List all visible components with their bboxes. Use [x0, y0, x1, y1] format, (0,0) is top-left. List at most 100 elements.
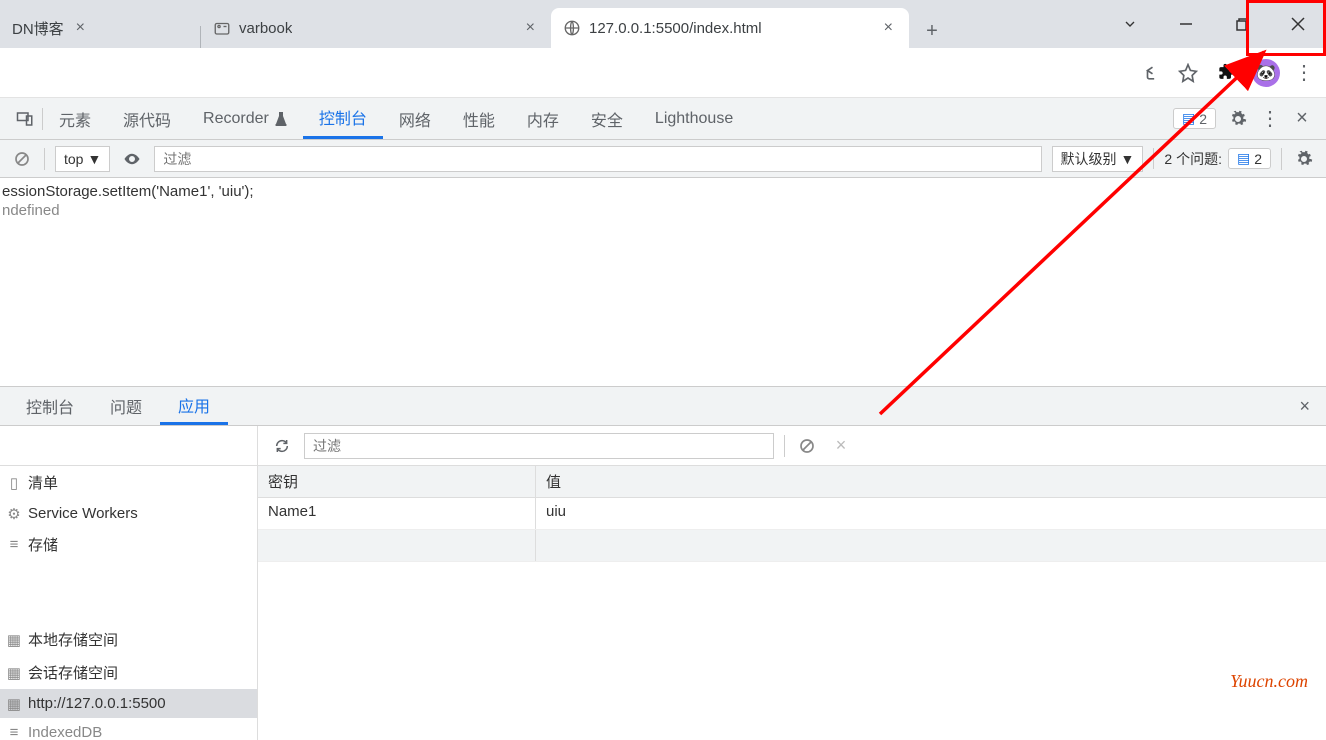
tab-close-icon[interactable]: ×	[72, 19, 89, 37]
browser-toolbar: 🐼 ⋮	[0, 48, 1326, 98]
sidebar-item-session-storage[interactable]: ▦ 会话存储空间	[0, 656, 257, 689]
issues-badge: ▤2	[1228, 148, 1271, 169]
browser-tab[interactable]: DN博客 ×	[0, 8, 200, 48]
sidebar-spacer	[0, 426, 257, 466]
drawer-close-icon[interactable]: ×	[1299, 396, 1318, 417]
table-header: 密钥 值	[258, 466, 1326, 498]
tab-title: DN博客	[12, 18, 64, 39]
tab-elements[interactable]: 元素	[43, 98, 107, 139]
table-row[interactable]: Name1 uiu	[258, 498, 1326, 530]
browser-tab[interactable]: varbook ×	[201, 8, 551, 48]
tab-memory[interactable]: 内存	[511, 98, 575, 139]
minimize-button[interactable]	[1158, 4, 1214, 44]
messages-badge[interactable]: ▤2	[1173, 108, 1216, 129]
divider	[784, 435, 785, 457]
kebab-menu-icon[interactable]: ⋮	[1260, 106, 1280, 131]
close-icon[interactable]: ×	[829, 434, 853, 458]
tab-close-icon[interactable]: ×	[880, 19, 897, 37]
devices-icon[interactable]	[8, 98, 42, 139]
kebab-menu-icon[interactable]: ⋮	[1294, 60, 1314, 85]
database-icon: ≡	[6, 725, 22, 740]
sidebar-item-storage-origin[interactable]: ▦ http://127.0.0.1:5500	[0, 689, 257, 718]
gear-icon: ⚙	[6, 506, 22, 522]
globe-icon	[563, 19, 581, 37]
flask-icon	[275, 112, 287, 126]
gear-icon[interactable]	[1226, 107, 1250, 131]
drawer-tab-application[interactable]: 应用	[160, 387, 228, 425]
window-close-button[interactable]	[1270, 4, 1326, 44]
sidebar-item-storage[interactable]: ≡ 存储	[0, 528, 257, 561]
drawer-tab-console[interactable]: 控制台	[8, 387, 92, 425]
level-label: 默认级别	[1061, 149, 1117, 169]
tab-performance[interactable]: 性能	[447, 98, 511, 139]
tab-sources[interactable]: 源代码	[107, 98, 187, 139]
sidebar-item-service-workers[interactable]: ⚙ Service Workers	[0, 499, 257, 528]
database-icon: ≡	[6, 537, 22, 553]
context-selector[interactable]: top ▼	[55, 146, 110, 172]
column-header-key[interactable]: 密钥	[258, 466, 536, 497]
tab-console[interactable]: 控制台	[303, 98, 383, 139]
refresh-icon[interactable]	[270, 434, 294, 458]
window-controls	[1102, 0, 1326, 48]
console-toolbar: top ▼ 默认级别 ▼ 2 个问题: ▤2	[0, 140, 1326, 178]
gear-icon[interactable]	[1292, 147, 1316, 171]
tab-recorder[interactable]: Recorder	[187, 98, 303, 139]
new-tab-button[interactable]: +	[915, 14, 949, 48]
drawer-tab-bar: 控制台 问题 应用 ×	[0, 386, 1326, 426]
table-row-empty[interactable]	[258, 530, 1326, 562]
drawer-tab-issues[interactable]: 问题	[92, 387, 160, 425]
storage-filter-bar: ×	[258, 426, 1326, 466]
tab-close-icon[interactable]: ×	[522, 19, 539, 37]
issues-indicator[interactable]: 2 个问题: ▤2	[1153, 148, 1271, 169]
eye-icon[interactable]	[120, 147, 144, 171]
cell-key: Name1	[258, 498, 536, 529]
sidebar-gap	[0, 561, 257, 623]
no-entry-icon[interactable]	[795, 434, 819, 458]
column-header-value[interactable]: 值	[536, 466, 1326, 497]
star-icon[interactable]	[1176, 61, 1200, 85]
storage-filter-input[interactable]	[304, 433, 774, 459]
console-line: essionStorage.setItem('Name1', 'uiu');	[0, 182, 1326, 201]
profile-avatar[interactable]: 🐼	[1252, 59, 1280, 87]
sidebar-item-label: 存储	[28, 534, 58, 555]
sidebar-item-label: 清单	[28, 472, 58, 493]
tab-lighthouse[interactable]: Lighthouse	[639, 98, 749, 139]
cell-value: uiu	[536, 498, 1326, 529]
chat-icon: ▤	[1237, 150, 1250, 167]
sidebar-item-label: 会话存储空间	[28, 662, 118, 683]
grid-icon: ▦	[6, 665, 22, 681]
issues-label: 2 个问题:	[1164, 149, 1222, 169]
application-sidebar: ▯ 清单 ⚙ Service Workers ≡ 存储 ▦本地存储空间 ▦ 会话存储空间…	[0, 426, 258, 740]
tab-title: varbook	[239, 20, 292, 37]
context-label: top	[64, 151, 83, 167]
devtools-right-controls: ▤2 ⋮ ×	[1173, 106, 1326, 131]
chevron-down-icon[interactable]	[1102, 4, 1158, 44]
console-output[interactable]: essionStorage.setItem('Name1', 'uiu'); n…	[0, 178, 1326, 386]
sidebar-item-indexeddb[interactable]: ≡ IndexedDB	[0, 718, 257, 740]
tab-network[interactable]: 网络	[383, 98, 447, 139]
application-main: × 密钥 值 Name1 uiu	[258, 426, 1326, 740]
sidebar-item-local-storage[interactable]: ▦本地存储空间	[0, 623, 257, 656]
browser-tab-active[interactable]: 127.0.0.1:5500/index.html ×	[551, 8, 909, 48]
console-line-undefined: ndefined	[0, 201, 1326, 220]
tab-title: 127.0.0.1:5500/index.html	[589, 20, 762, 37]
log-level-selector[interactable]: 默认级别 ▼	[1052, 146, 1144, 172]
badge-count: 2	[1199, 111, 1207, 127]
maximize-button[interactable]	[1214, 4, 1270, 44]
file-icon: ▯	[6, 475, 22, 491]
issues-count: 2	[1254, 151, 1262, 167]
close-icon[interactable]: ×	[1290, 107, 1314, 131]
chat-icon: ▤	[1182, 110, 1195, 127]
grid-icon: ▦	[6, 632, 22, 648]
sidebar-item-label: IndexedDB	[28, 724, 102, 740]
extensions-icon[interactable]	[1214, 61, 1238, 85]
grid-icon: ▦	[6, 696, 22, 712]
divider	[1281, 148, 1282, 170]
share-icon[interactable]	[1138, 61, 1162, 85]
sidebar-item-manifest[interactable]: ▯ 清单	[0, 466, 257, 499]
sidebar-item-label: http://127.0.0.1:5500	[28, 695, 166, 712]
filter-input[interactable]	[154, 146, 1041, 172]
no-entry-icon[interactable]	[10, 147, 34, 171]
tab-security[interactable]: 安全	[575, 98, 639, 139]
sidebar-item-label: Service Workers	[28, 505, 138, 522]
